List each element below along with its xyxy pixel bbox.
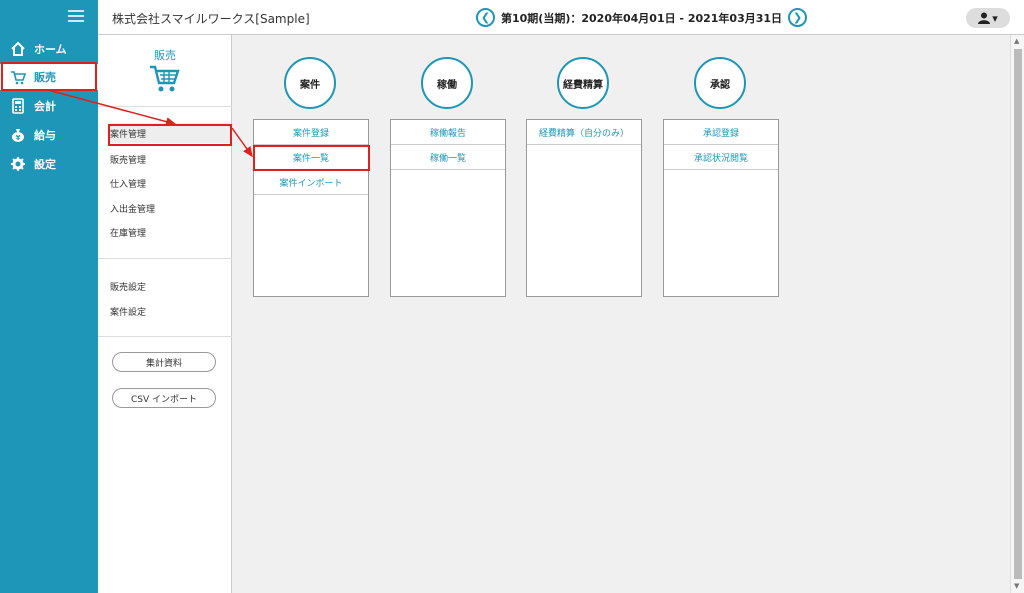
hamburger-menu-icon[interactable] (68, 10, 84, 22)
nav-item-settings[interactable]: 設定 (0, 151, 98, 177)
prev-period-button[interactable]: ❮ (476, 8, 495, 27)
user-menu-button[interactable]: ▾ (966, 8, 1010, 28)
submenu-sales-management[interactable]: 販売管理 (110, 153, 146, 166)
submenu-purchase-management[interactable]: 仕入管理 (110, 177, 146, 190)
nav-item-label: ホーム (34, 43, 67, 56)
period-selector: ❮ 第10期(当期)：2020年04月01日 - 2021年03月31日 ❯ (476, 8, 808, 27)
nav-item-label: 会計 (34, 100, 56, 113)
submenu-title: 販売 (154, 49, 176, 62)
svg-text:¥: ¥ (16, 134, 21, 142)
highlight-box-project-list (253, 145, 370, 171)
link-project-register[interactable]: 案件登録 (254, 120, 368, 145)
nav-item-label: 設定 (34, 158, 56, 171)
home-icon (10, 41, 26, 57)
nav-item-accounting[interactable]: 会計 (0, 93, 98, 119)
link-approval-status[interactable]: 承認状況閲覧 (664, 145, 778, 170)
next-period-button[interactable]: ❯ (788, 8, 808, 27)
submenu-payments-management[interactable]: 入出金管理 (110, 202, 155, 215)
link-panel: 承認登録 承認状況閲覧 (663, 119, 779, 297)
sales-submenu: 販売 案件管理 販売管理 仕入管理 入出金管理 在庫管理 販売設定 案件設定 集… (98, 35, 232, 593)
csv-import-button[interactable]: CSV インポート (112, 388, 216, 408)
divider (98, 106, 232, 107)
divider (98, 258, 232, 259)
link-operation-list[interactable]: 稼働一覧 (391, 145, 505, 170)
divider (98, 336, 232, 337)
column-title: 経費精算 (557, 57, 609, 109)
period-label: 第10期(当期)：2020年04月01日 - 2021年03月31日 (501, 11, 783, 25)
link-approval-register[interactable]: 承認登録 (664, 120, 778, 145)
link-expense-self[interactable]: 経費精算（自分のみ） (527, 120, 641, 145)
vertical-scrollbar[interactable]: ▲ ▼ (1010, 35, 1024, 593)
nav-item-home[interactable]: ホーム (0, 36, 98, 62)
link-panel: 経費精算（自分のみ） (526, 119, 642, 297)
nav-item-label: 給与 (34, 129, 56, 142)
summary-report-button[interactable]: 集計資料 (112, 352, 216, 372)
link-panel: 稼働報告 稼働一覧 (390, 119, 506, 297)
cart-icon (148, 63, 180, 93)
scroll-up-arrow-icon[interactable]: ▲ (1014, 37, 1019, 45)
dropdown-caret: ▾ (992, 11, 998, 25)
calculator-icon (10, 98, 26, 114)
gear-icon (10, 156, 26, 172)
company-name: 株式会社スマイルワークス[Sample] (112, 12, 310, 26)
top-header: 株式会社スマイルワークス[Sample] ❮ 第10期(当期)：2020年04月… (98, 0, 1024, 35)
highlight-box-submenu (108, 124, 232, 146)
scroll-down-arrow-icon[interactable]: ▼ (1014, 582, 1019, 590)
nav-item-payroll[interactable]: ¥ 給与 (0, 122, 98, 148)
highlight-box-nav (1, 62, 97, 91)
link-operation-report[interactable]: 稼働報告 (391, 120, 505, 145)
column-title: 承認 (694, 57, 746, 109)
main-content: 案件 案件登録 案件一覧 案件インポート 稼働 稼働報告 稼働一覧 経費精算 経… (232, 35, 1010, 593)
scrollbar-thumb[interactable] (1014, 49, 1022, 579)
link-project-import[interactable]: 案件インポート (254, 170, 368, 195)
submenu-inventory-management[interactable]: 在庫管理 (110, 226, 146, 239)
user-icon (978, 12, 991, 24)
submenu-project-settings[interactable]: 案件設定 (110, 305, 146, 318)
column-title: 案件 (284, 57, 336, 109)
money-bag-icon: ¥ (10, 127, 26, 143)
column-title: 稼働 (421, 57, 473, 109)
submenu-sales-settings[interactable]: 販売設定 (110, 280, 146, 293)
